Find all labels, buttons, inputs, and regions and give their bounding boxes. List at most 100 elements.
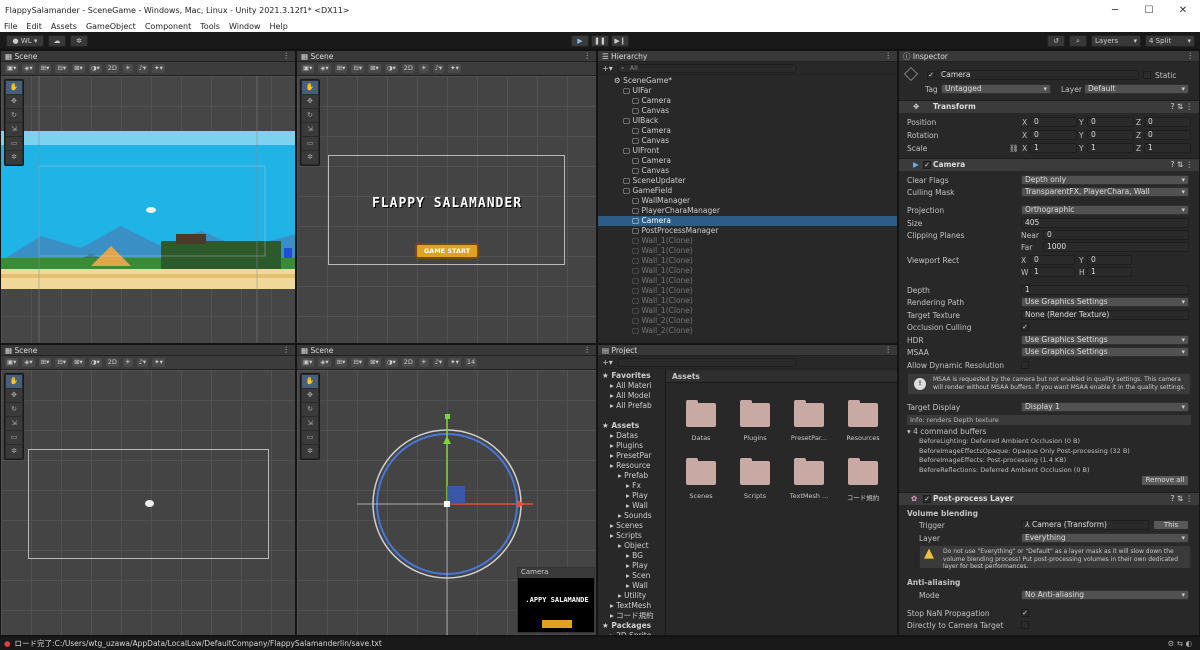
hierarchy-item[interactable]: ▢ SceneUpdater [598,176,897,186]
collab-icon[interactable]: ✲ [70,35,88,47]
hierarchy-item[interactable]: ▢ Wall_1(Clone) [598,286,897,296]
project-tree-item[interactable]: ▸ Play [598,561,665,571]
hierarchy-tab[interactable]: ☰ Hierarchy ⋮ [598,51,897,62]
audio-icon[interactable]: ♪▾ [432,358,445,367]
hand-tool-icon[interactable]: ✋ [302,81,318,94]
project-tree-item[interactable]: ▸ Resource [598,461,665,471]
project-tree-item[interactable]: ▸ All Materi [598,381,665,391]
hierarchy-item[interactable]: ▢ Wall_1(Clone) [598,236,897,246]
msaa-dropdown[interactable]: Use Graphics Settings [1021,347,1189,357]
layer-dropdown[interactable]: Default [1084,84,1189,94]
project-tree-item[interactable]: ▸ Scen [598,571,665,581]
hand-tool-icon[interactable]: ✋ [302,375,318,388]
fx-icon[interactable]: ✦▾ [152,358,165,367]
hierarchy-item[interactable]: ⚙ SceneGame* [598,76,897,86]
light-icon[interactable]: ☀ [122,64,133,73]
add-icon[interactable]: +▾ [602,64,613,73]
folder-icon[interactable] [848,400,878,427]
snap-icon[interactable]: ⊠▾ [72,358,85,367]
project-tree-item[interactable]: ▸ Wall [598,581,665,591]
component-menu-icon[interactable]: ? ⇅ ⋮ [1170,493,1193,505]
near-field[interactable]: 0 [1043,230,1189,240]
component-menu-icon[interactable]: ? ⇅ ⋮ [1170,101,1193,113]
step-button[interactable]: ▶❙ [611,35,629,47]
size-field[interactable]: 405 [1021,218,1189,228]
light-icon[interactable]: ☀ [418,64,429,73]
shading-icon[interactable]: ◈▾ [22,358,35,367]
render-icon[interactable]: ◑▾ [384,64,398,73]
project-tree-item[interactable]: ▸ Plugins [598,441,665,451]
depth-field[interactable]: 1 [1021,285,1189,295]
folder-icon[interactable] [848,458,878,485]
hierarchy-item[interactable]: ▢ Wall_1(Clone) [598,276,897,286]
render-icon[interactable]: ◑▾ [88,64,102,73]
scene-viewport[interactable]: FLAPPY SALAMANDER GAME START ✋ ✥ ↻ ⇲ ▭ ✲ [297,76,596,343]
light-icon[interactable]: ☀ [122,358,133,367]
hierarchy-item[interactable]: ▢ Camera [598,96,897,106]
menu-component[interactable]: Component [145,22,191,31]
audio-icon[interactable]: ♪▾ [136,64,149,73]
audio-icon[interactable]: ♪▾ [432,64,445,73]
hierarchy-item[interactable]: ▢ PlayerCharaManager [598,206,897,216]
scene-tab[interactable]: ▦ Scene ⋮ [297,51,596,62]
static-checkbox[interactable] [1143,71,1151,79]
hierarchy-item[interactable]: ▢ Wall_2(Clone) [598,316,897,326]
panel-menu-icon[interactable]: ⋮ [885,51,893,60]
hdr-dropdown[interactable]: Use Graphics Settings [1021,335,1189,345]
draw-mode-icon[interactable]: ▣▾ [5,358,19,367]
transform-header[interactable]: ✥ Transform? ⇅ ⋮ [899,100,1199,113]
hierarchy-item[interactable]: ▢ PostProcessManager [598,226,897,236]
light-icon[interactable]: ☀ [418,358,429,367]
active-checkbox[interactable]: ✓ [927,71,935,79]
project-tree-item[interactable]: ▸ BG [598,551,665,561]
camera-header[interactable]: ▶ ✓ Camera? ⇅ ⋮ [899,158,1199,171]
position-y[interactable]: 0 [1087,117,1134,127]
project-tree-item[interactable]: ▸ Wall [598,501,665,511]
hierarchy-item[interactable]: ▢ Wall_2(Clone) [598,326,897,336]
mode-2d-button[interactable]: 2D [105,358,119,367]
camera-enabled-checkbox[interactable]: ✓ [923,161,931,169]
hierarchy-item[interactable]: ▢ UIFar [598,86,897,96]
gizmo-icon[interactable]: ⊞▾ [334,358,348,367]
link-icon[interactable]: ⛓ [1009,144,1019,153]
audio-icon[interactable]: ♪▾ [136,358,149,367]
position-x[interactable]: 0 [1030,117,1077,127]
hand-tool-icon[interactable]: ✋ [6,81,22,94]
folder-icon[interactable] [794,400,824,427]
direct-target-checkbox[interactable] [1021,621,1029,629]
scene-viewport[interactable]: ✋ ✥ ↻ ⇲ ▭ ✲ [1,76,295,343]
grid-icon[interactable]: ⊟▾ [351,64,365,73]
grid-icon[interactable]: ⊟▾ [55,358,69,367]
project-tree-item[interactable]: ▸ Datas [598,431,665,441]
mode-2d-button[interactable]: 2D [401,64,415,73]
transform-tool-icon[interactable]: ✲ [6,151,22,164]
play-button[interactable]: ▶ [571,35,589,47]
rotation-z[interactable]: 0 [1144,130,1191,140]
gizmo-icon[interactable]: ⊞▾ [38,358,52,367]
project-tree-item[interactable]: ▸ Scenes [598,521,665,531]
gizmo-icon[interactable]: ⊞▾ [334,64,348,73]
hierarchy-item[interactable]: ▢ Wall_1(Clone) [598,256,897,266]
remove-all-button[interactable]: Remove all [1141,475,1189,486]
project-tree-item[interactable]: ★ Favorites [598,371,665,381]
menu-file[interactable]: File [4,22,17,31]
stop-nan-checkbox[interactable]: ✓ [1021,609,1029,617]
scale-z[interactable]: 1 [1144,143,1191,153]
inspector-tab[interactable]: ⓘ Inspector ⋮ [899,51,1199,62]
panel-menu-icon[interactable]: ⋮ [885,345,893,354]
project-tree-item[interactable]: ▸ コード規約 [598,611,665,621]
transform-tool-icon[interactable]: ✲ [302,151,318,164]
snap-icon[interactable]: ⊠▾ [72,64,85,73]
far-field[interactable]: 1000 [1043,242,1189,252]
hierarchy-item[interactable]: ▢ Camera [598,216,897,226]
component-menu-icon[interactable]: ? ⇅ ⋮ [1170,159,1193,171]
shading-icon[interactable]: ◈▾ [22,64,35,73]
render-icon[interactable]: ◑▾ [88,358,102,367]
project-search[interactable] [616,357,797,367]
command-buffers-foldout[interactable]: ▾ 4 command buffers [907,427,986,436]
rect-tool-icon[interactable]: ▭ [6,137,22,150]
culling-mask-dropdown[interactable]: TransparentFX, PlayerChara, Wall [1021,187,1189,197]
draw-mode-icon[interactable]: ▣▾ [5,64,19,73]
hierarchy-item[interactable]: ▢ Camera [598,156,897,166]
target-texture-field[interactable]: None (Render Texture) [1021,310,1189,320]
